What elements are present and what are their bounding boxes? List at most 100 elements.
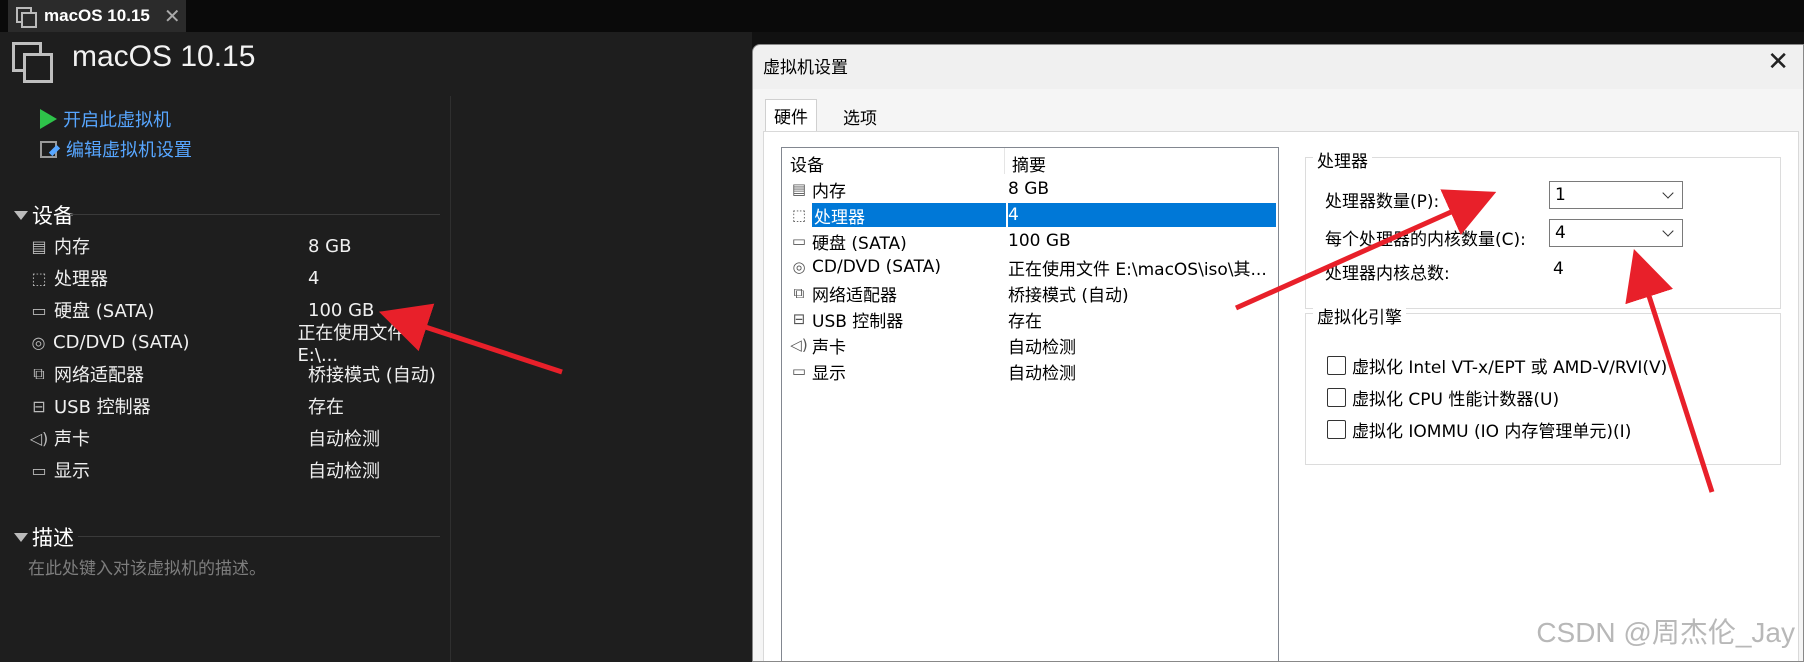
device-name: CD/DVD (SATA) — [53, 331, 190, 353]
cpu-counter-option[interactable]: 虚拟化 CPU 性能计数器(U) — [1327, 385, 1559, 410]
row-value: 4 — [1008, 203, 1276, 227]
display-icon: ▭ — [31, 460, 47, 480]
vm-tab-title: macOS 10.15 — [44, 6, 150, 25]
total-cores-value: 4 — [1553, 259, 1564, 279]
row-value: 正在使用文件 E:\macOS\iso\其... — [1008, 259, 1267, 280]
sound-icon: ◁) — [790, 336, 808, 354]
checkbox[interactable] — [1327, 356, 1346, 375]
list-row-sound[interactable]: ◁) 声卡 自动检测 — [782, 332, 1278, 358]
pane-divider — [450, 96, 451, 662]
cores-per-processor-select[interactable]: 4 — [1549, 219, 1683, 247]
row-value: 自动检测 — [1008, 363, 1076, 384]
row-value: 存在 — [1008, 311, 1042, 332]
sound-icon: ◁) — [29, 428, 49, 448]
device-row-display[interactable]: ▭ 显示 自动检测 — [26, 454, 446, 486]
device-name: 声卡 — [54, 429, 90, 450]
device-row-sound[interactable]: ◁) 声卡 自动检测 — [26, 422, 446, 454]
processor-count-select[interactable]: 1 — [1549, 181, 1683, 209]
vm-title: macOS 10.15 — [72, 40, 256, 73]
power-on-link[interactable]: 开启此虚拟机 — [40, 106, 171, 132]
power-on-label: 开启此虚拟机 — [63, 110, 171, 131]
devices-section-header[interactable]: 设备 — [14, 200, 74, 230]
vm-summary-pane: macOS 10.15 开启此虚拟机 编辑虚拟机设置 设备 ▤ 内存 8 GB … — [0, 32, 752, 662]
processor-group-title: 处理器 — [1313, 147, 1372, 172]
harddisk-icon: ▭ — [31, 300, 47, 320]
vm-tab[interactable]: macOS 10.15 ✕ — [8, 0, 186, 32]
device-row-cdrom[interactable]: ◎ CD/DVD (SATA) 正在使用文件 E:\... — [26, 323, 446, 366]
device-value: 8 GB — [308, 235, 352, 257]
memory-icon: ▤ — [791, 180, 807, 198]
device-value: 100 GB — [308, 299, 375, 321]
column-summary[interactable]: 摘要 — [1012, 151, 1046, 176]
vt-x-option[interactable]: 虚拟化 Intel VT-x/EPT 或 AMD-V/RVI(V) — [1327, 353, 1667, 378]
device-name: 内存 — [54, 237, 90, 258]
total-cores-label: 处理器内核总数: — [1325, 264, 1450, 284]
list-row-memory[interactable]: ▤ 内存 8 GB — [782, 176, 1278, 202]
device-name: 硬盘 (SATA) — [54, 301, 155, 322]
list-header: 设备 摘要 — [782, 148, 1278, 176]
device-value: 4 — [308, 267, 320, 289]
device-name: 显示 — [54, 461, 90, 482]
column-device[interactable]: 设备 — [790, 151, 824, 176]
list-row-network[interactable]: ⧉ 网络适配器 桥接模式 (自动) — [782, 280, 1278, 306]
harddisk-icon: ▭ — [791, 232, 807, 250]
hardware-list[interactable]: 设备 摘要 ▤ 内存 8 GB ⬚ 处理器 4 ▭ 硬盘 (SATA) 100 … — [781, 147, 1279, 661]
edit-settings-icon — [40, 139, 60, 159]
row-name: 内存 — [812, 181, 846, 202]
device-value: 桥接模式 (自动) — [308, 365, 436, 386]
network-icon: ⧉ — [793, 284, 805, 302]
watermark: CSDN @周杰伦_Jay — [1536, 617, 1795, 648]
vm-tab-icon — [16, 7, 37, 28]
list-row-display[interactable]: ▭ 显示 自动检测 — [782, 358, 1278, 384]
row-value: 100 GB — [1008, 231, 1071, 251]
processor-count-label: 处理器数量(P): — [1325, 192, 1440, 212]
device-row-usb[interactable]: ⊟ USB 控制器 存在 — [26, 390, 446, 422]
display-icon: ▭ — [791, 362, 807, 380]
row-name: CD/DVD (SATA) — [812, 257, 941, 277]
row-name: 处理器 — [812, 203, 1006, 228]
close-icon[interactable]: ✕ — [1767, 47, 1789, 77]
devices-header-label: 设备 — [32, 204, 74, 228]
device-value: 自动检测 — [308, 429, 380, 450]
row-name: USB 控制器 — [812, 311, 904, 332]
processor-icon: ⬚ — [791, 206, 807, 224]
device-row-memory[interactable]: ▤ 内存 8 GB — [26, 230, 446, 262]
iommu-option[interactable]: 虚拟化 IOMMU (IO 内存管理单元)(I) — [1327, 417, 1631, 442]
vt-x-label: 虚拟化 Intel VT-x/EPT 或 AMD-V/RVI(V) — [1352, 358, 1668, 378]
device-name: 网络适配器 — [54, 365, 144, 386]
network-icon: ⧉ — [33, 364, 45, 383]
row-value: 自动检测 — [1008, 337, 1076, 358]
chevron-down-icon — [1662, 187, 1674, 199]
row-value: 桥接模式 (自动) — [1008, 285, 1129, 306]
cdrom-icon: ◎ — [31, 332, 46, 352]
processor-icon: ⬚ — [31, 268, 47, 288]
close-tab-icon[interactable]: ✕ — [164, 4, 181, 28]
cores-per-processor-label: 每个处理器的内核数量(C): — [1325, 230, 1526, 250]
list-row-processor[interactable]: ⬚ 处理器 4 — [782, 202, 1278, 228]
list-row-usb[interactable]: ⊟ USB 控制器 存在 — [782, 306, 1278, 332]
device-name: USB 控制器 — [54, 397, 151, 418]
edit-settings-link[interactable]: 编辑虚拟机设置 — [40, 136, 192, 162]
dialog-title: 虚拟机设置 — [763, 58, 848, 78]
device-name: 处理器 — [54, 269, 108, 290]
checkbox[interactable] — [1327, 420, 1346, 439]
tab-options[interactable]: 选项 — [835, 101, 885, 131]
device-row-processor[interactable]: ⬚ 处理器 4 — [26, 262, 446, 294]
list-row-harddisk[interactable]: ▭ 硬盘 (SATA) 100 GB — [782, 228, 1278, 254]
tab-hardware[interactable]: 硬件 — [765, 99, 817, 131]
chevron-down-icon — [1662, 225, 1674, 237]
vm-header: macOS 10.15 — [0, 32, 752, 96]
collapse-icon — [14, 210, 28, 220]
description-placeholder[interactable]: 在此处键入对该虚拟机的描述。 — [28, 554, 266, 579]
checkbox[interactable] — [1327, 388, 1346, 407]
tab-bar: macOS 10.15 ✕ — [0, 0, 1804, 32]
usb-icon: ⊟ — [32, 396, 46, 416]
cpu-counter-label: 虚拟化 CPU 性能计数器(U) — [1352, 390, 1560, 410]
usb-icon: ⊟ — [792, 310, 806, 328]
device-row-network[interactable]: ⧉ 网络适配器 桥接模式 (自动) — [26, 358, 446, 390]
list-row-cdrom[interactable]: ◎ CD/DVD (SATA) 正在使用文件 E:\macOS\iso\其... — [782, 254, 1278, 280]
virtualization-group-title: 虚拟化引擎 — [1313, 303, 1406, 328]
memory-icon: ▤ — [31, 236, 47, 256]
row-name: 网络适配器 — [812, 285, 897, 306]
description-section-header[interactable]: 描述 — [14, 522, 74, 552]
